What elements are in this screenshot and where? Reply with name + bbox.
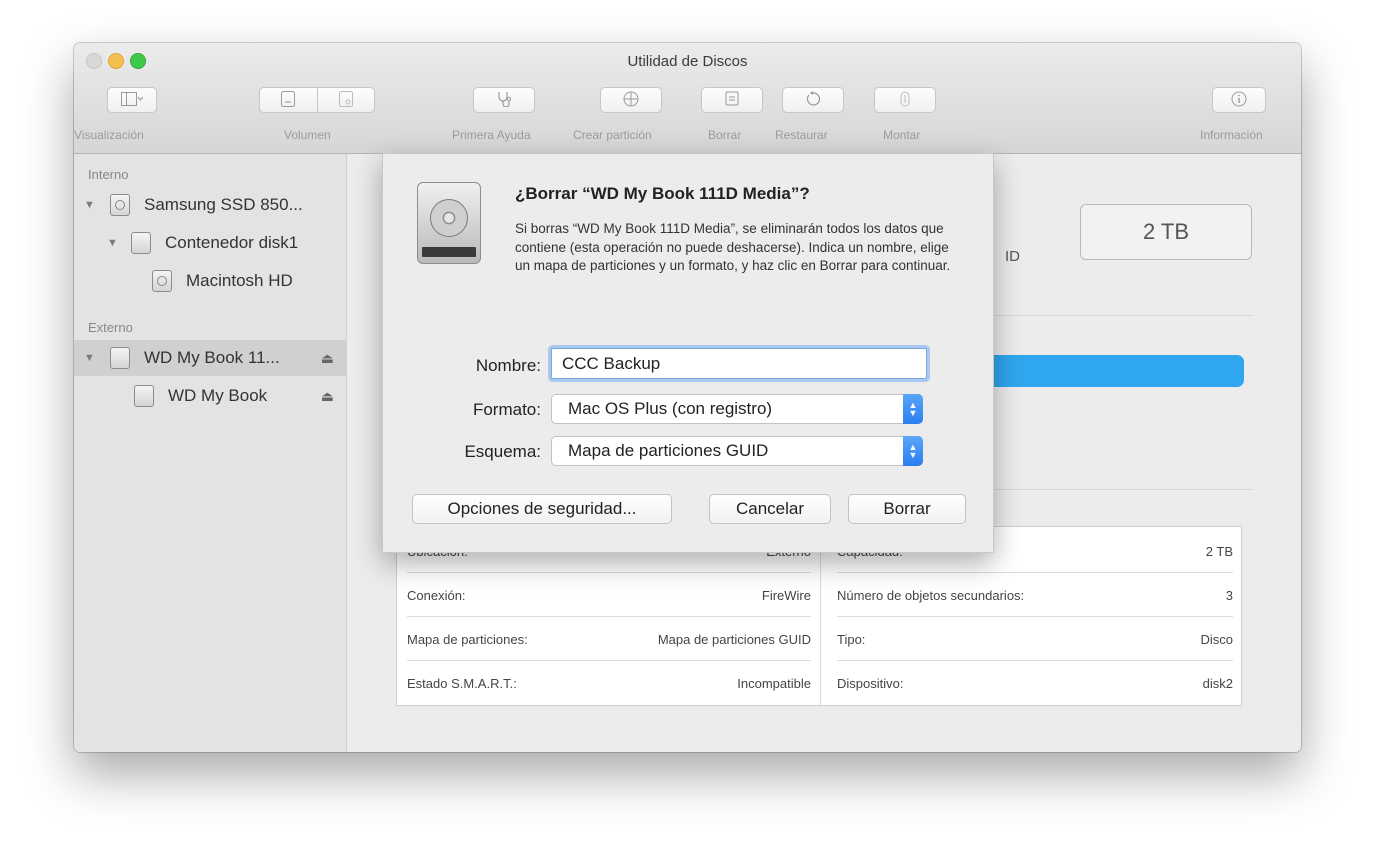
scheme-label: Esquema: (464, 442, 541, 461)
info-row: Conexión: FireWire (407, 573, 811, 617)
erase-button[interactable]: Borrar (848, 494, 966, 524)
format-value: Mac OS Plus (con registro) (568, 399, 773, 418)
mount-button[interactable] (874, 87, 936, 113)
internal-disk-icon (110, 194, 130, 216)
volume-segmented-control[interactable] (259, 87, 375, 113)
partial-label: ID (1005, 248, 1020, 265)
sidebar-item-container-disk1[interactable]: ▼ Contenedor disk1 (74, 225, 346, 261)
info-label: Número de objetos secundarios: (837, 587, 1025, 603)
remove-volume-icon (338, 90, 353, 110)
eject-icon[interactable]: ⏏ (321, 350, 334, 367)
disclosure-triangle-icon[interactable]: ▼ (107, 237, 121, 249)
info-row: Mapa de particiones: Mapa de particiones… (407, 617, 811, 661)
info-row: Tipo: Disco (837, 617, 1233, 661)
sidebar-toggle-icon (121, 91, 144, 109)
sidebar-section-internal: Interno (88, 167, 129, 182)
column-divider (820, 527, 821, 705)
capacity-value: 2 TB (1142, 219, 1190, 244)
info-value: Mapa de particiones GUID (657, 631, 811, 647)
format-select[interactable]: Mac OS Plus (con registro) ▲ ▼ (551, 394, 923, 424)
info-value: 3 (1225, 587, 1233, 603)
format-label: Formato: (472, 400, 541, 419)
info-label: Dispositivo: (837, 675, 904, 691)
mount-icon (899, 91, 911, 110)
view-button[interactable] (107, 87, 157, 113)
partition-icon (623, 91, 639, 110)
add-volume-button[interactable] (260, 88, 318, 112)
info-row: Estado S.M.A.R.T.: Incompatible (407, 661, 811, 705)
dialog-message: Si borras “WD My Book 111D Media”, se el… (515, 221, 951, 273)
eject-icon[interactable]: ⏏ (321, 388, 334, 405)
sidebar-item-macintosh-hd[interactable]: Macintosh HD (74, 263, 346, 299)
info-value: disk2 (1202, 675, 1233, 691)
name-input[interactable]: CCC Backup (551, 348, 927, 379)
info-label: Conexión: (407, 587, 466, 603)
info-value: FireWire (761, 587, 811, 603)
scheme-value: Mapa de particiones GUID (568, 441, 769, 460)
sidebar-item-wd-my-book-media[interactable]: ▼ WD My Book 11... ⏏ (74, 340, 346, 376)
hard-drive-icon (417, 182, 481, 264)
info-label: Información (1200, 128, 1263, 142)
restore-label: Restaurar (775, 128, 828, 142)
mount-label: Montar (883, 128, 921, 142)
sidebar-item-label: Samsung SSD 850... (144, 195, 303, 214)
info-label: Mapa de particiones: (407, 631, 528, 647)
chevron-updown-icon: ▲ ▼ (903, 394, 923, 424)
restore-button[interactable] (782, 87, 844, 113)
info-value: Incompatible (737, 675, 811, 691)
info-column-left: Ubicación: Externo Conexión: FireWire Ma… (407, 527, 811, 705)
sidebar-item-label: Macintosh HD (186, 271, 293, 290)
disclosure-triangle-icon[interactable]: ▼ (84, 352, 98, 364)
info-value: 2 TB (1205, 543, 1233, 559)
first-aid-button[interactable] (473, 87, 535, 113)
volume-icon (152, 270, 172, 292)
dialog-title: ¿Borrar “WD My Book 111D Media”? (515, 184, 810, 203)
sidebar-item-label: WD My Book 11... (144, 348, 280, 367)
window-title: Utilidad de Discos (627, 53, 748, 70)
partition-button[interactable] (600, 87, 662, 113)
disclosure-triangle-icon[interactable]: ▼ (84, 199, 98, 211)
restore-icon (805, 90, 821, 110)
partition-label: Crear partición (573, 128, 652, 142)
info-table: Ubicación: Externo Conexión: FireWire Ma… (396, 526, 1242, 706)
sidebar-section-external: Externo (88, 320, 133, 335)
name-label: Nombre: (475, 356, 541, 375)
view-label: Visualización (74, 128, 144, 142)
erase-toolbar-button[interactable] (701, 87, 763, 113)
sidebar-item-samsung-ssd[interactable]: ▼ Samsung SSD 850... (74, 187, 346, 223)
chevron-updown-icon: ▲ ▼ (903, 436, 923, 466)
volume-label: Volumen (284, 128, 331, 142)
cancel-button[interactable]: Cancelar (709, 494, 831, 524)
info-label: Estado S.M.A.R.T.: (407, 675, 517, 691)
info-icon (1231, 91, 1247, 110)
external-volume-icon (134, 385, 154, 407)
info-column-right: Capacidad: 2 TB Número de objetos secund… (837, 527, 1233, 705)
add-volume-icon (281, 90, 296, 110)
external-disk-icon (110, 347, 130, 369)
capacity-box: 2 TB (1080, 204, 1252, 260)
sidebar: Interno ▼ Samsung SSD 850... ▼ Contenedo… (74, 154, 347, 752)
container-icon (131, 232, 151, 254)
info-row: Número de objetos secundarios: 3 (837, 573, 1233, 617)
sidebar-item-label: WD My Book (168, 386, 268, 405)
info-row: Dispositivo: disk2 (837, 661, 1233, 705)
scheme-select[interactable]: Mapa de particiones GUID ▲ ▼ (551, 436, 923, 466)
erase-label: Borrar (708, 128, 742, 142)
first-aid-label: Primera Ayuda (452, 128, 531, 142)
security-options-button[interactable]: Opciones de seguridad... (412, 494, 672, 524)
info-value: Disco (1200, 631, 1233, 647)
remove-volume-button[interactable] (318, 88, 375, 112)
sidebar-item-wd-my-book[interactable]: WD My Book ⏏ (74, 378, 346, 414)
sidebar-item-label: Contenedor disk1 (165, 233, 299, 252)
info-button[interactable] (1212, 87, 1266, 113)
erase-icon (724, 91, 740, 110)
info-label: Tipo: (837, 631, 866, 647)
stethoscope-icon (496, 91, 512, 110)
erase-dialog: ¿Borrar “WD My Book 111D Media”? Si borr… (382, 153, 994, 553)
title-bar: Utilidad de Discos Visualización Volumen (74, 43, 1301, 154)
